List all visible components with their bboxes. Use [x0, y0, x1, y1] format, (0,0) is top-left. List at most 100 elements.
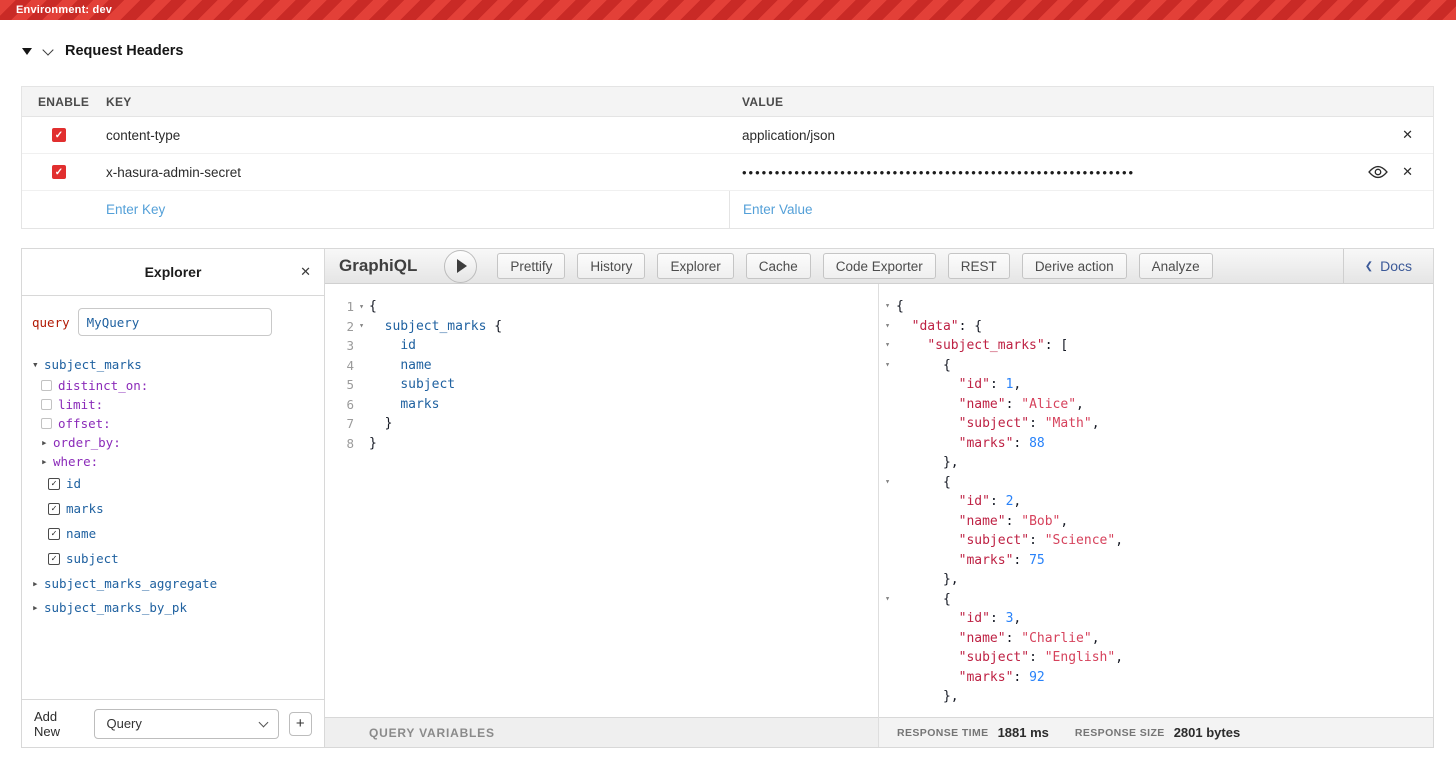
remove-header-icon[interactable]: ✕ — [1402, 127, 1413, 143]
code-token — [896, 436, 959, 451]
triangle-right-icon[interactable]: ▸ — [32, 577, 44, 590]
operation-type-select[interactable]: Query — [94, 709, 278, 739]
collapse-triangle-icon[interactable] — [22, 48, 32, 55]
fold-arrow-icon[interactable]: ▾ — [354, 321, 369, 331]
editor-gutter-row: 3 — [325, 336, 369, 356]
response-fold-gutter: ▾▾▾▾▾▾ — [879, 297, 896, 717]
close-explorer-icon[interactable]: ✕ — [300, 264, 311, 280]
checkbox-checked[interactable]: ✓ — [48, 528, 60, 540]
checkbox-checked[interactable]: ✓ — [48, 503, 60, 515]
tree-arg-where[interactable]: ▸where: — [32, 452, 324, 471]
header-row: ✓content-typeapplication/json✕ — [22, 117, 1433, 154]
editor-code[interactable]: { subject_marks { id name subject marks … — [369, 297, 878, 717]
fold-arrow-icon[interactable]: ▾ — [354, 302, 369, 312]
response-line: { — [896, 356, 1433, 376]
toolbar-button-prettify[interactable]: Prettify — [497, 253, 565, 279]
field-label: subject — [66, 551, 119, 566]
remove-header-icon[interactable]: ✕ — [1402, 164, 1413, 180]
fold-arrow-icon[interactable]: ▾ — [879, 297, 896, 317]
enable-cell: ✓ — [22, 154, 106, 190]
query-name-input[interactable] — [78, 308, 272, 336]
fold-arrow-icon — [879, 434, 896, 454]
explorer-panel: Explorer ✕ query ▾subject_marksdistinct_… — [22, 249, 325, 747]
eye-icon[interactable] — [1368, 165, 1388, 179]
tree-root-subject_marks_by_pk[interactable]: ▸subject_marks_by_pk — [32, 595, 324, 619]
toolbar-button-cache[interactable]: Cache — [746, 253, 811, 279]
add-operation-button[interactable]: + — [289, 712, 312, 736]
response-line: "name": "Bob", — [896, 512, 1433, 532]
fold-arrow-icon[interactable]: ▾ — [879, 336, 896, 356]
triangle-right-icon[interactable]: ▸ — [32, 601, 44, 614]
toolbar-button-explorer[interactable]: Explorer — [657, 253, 733, 279]
code-token: "id" — [959, 494, 990, 509]
toolbar-button-analyze[interactable]: Analyze — [1139, 253, 1213, 279]
toolbar-button-history[interactable]: History — [577, 253, 645, 279]
code-token: "subject_marks" — [927, 338, 1044, 353]
new-header-value-input[interactable]: Enter Value — [729, 191, 1433, 228]
triangle-right-icon[interactable]: ▸ — [41, 455, 53, 468]
field-label: subject_marks_aggregate — [44, 576, 217, 591]
code-token: : — [1006, 631, 1022, 646]
response-line: "id": 1, — [896, 375, 1433, 395]
toolbar-button-derive-action[interactable]: Derive action — [1022, 253, 1127, 279]
fold-arrow-icon[interactable]: ▾ — [879, 590, 896, 610]
fold-arrow-icon[interactable]: ▾ — [879, 473, 896, 493]
code-token: : — [1013, 670, 1029, 685]
checkbox-unchecked[interactable] — [41, 399, 52, 410]
code-token: "name" — [959, 631, 1006, 646]
response-line: "marks": 92 — [896, 668, 1433, 688]
response-line: }, — [896, 453, 1433, 473]
code-token — [896, 650, 959, 665]
tree-arg-distinct_on[interactable]: distinct_on: — [32, 376, 324, 395]
code-token: 92 — [1029, 670, 1045, 685]
tree-field-marks[interactable]: ✓marks — [32, 496, 324, 521]
docs-toggle-button[interactable]: ❮ Docs — [1343, 249, 1433, 283]
checkbox-unchecked[interactable] — [41, 380, 52, 391]
checkbox-checked[interactable]: ✓ — [48, 553, 60, 565]
toolbar-button-code-exporter[interactable]: Code Exporter — [823, 253, 936, 279]
checkbox-unchecked[interactable] — [41, 418, 52, 429]
tree-arg-offset[interactable]: offset: — [32, 414, 324, 433]
tree-field-subject[interactable]: ✓ subject — [32, 546, 324, 571]
query-variables-bar[interactable]: QUERY VARIABLES — [325, 717, 878, 747]
argument-label: order_by: — [53, 435, 121, 450]
code-token: "subject" — [959, 533, 1029, 548]
new-header-key-input[interactable]: Enter Key — [106, 191, 729, 228]
code-token: id — [400, 338, 416, 353]
code-token: , — [1092, 416, 1100, 431]
toolbar-button-rest[interactable]: REST — [948, 253, 1010, 279]
tree-arg-limit[interactable]: limit: — [32, 395, 324, 414]
code-token: : — [990, 494, 1006, 509]
code-token — [896, 377, 959, 392]
header-enabled-checkbox[interactable]: ✓ — [52, 128, 66, 142]
code-token — [369, 397, 400, 412]
code-token — [369, 377, 400, 392]
code-token — [369, 319, 385, 334]
tree-field-name[interactable]: ✓name — [32, 521, 324, 546]
fold-arrow-icon — [879, 414, 896, 434]
chevron-down-icon — [258, 717, 268, 727]
line-number: 7 — [346, 416, 354, 431]
execute-query-button[interactable] — [444, 250, 477, 283]
chevron-down-icon[interactable] — [42, 44, 53, 55]
code-token — [896, 670, 959, 685]
fold-arrow-icon[interactable]: ▾ — [879, 317, 896, 337]
graphiql-container: Explorer ✕ query ▾subject_marksdistinct_… — [21, 248, 1434, 748]
query-variables-title: QUERY VARIABLES — [369, 726, 495, 740]
query-editor[interactable]: 1▾2▾345678 { subject_marks { id name sub… — [325, 284, 878, 717]
request-headers-header[interactable]: Request Headers — [22, 43, 183, 59]
checkbox-checked[interactable]: ✓ — [48, 478, 60, 490]
tree-root-field[interactable]: ▾subject_marks — [32, 352, 324, 376]
request-headers-title: Request Headers — [65, 43, 183, 59]
code-token: } — [369, 436, 377, 451]
triangle-right-icon[interactable]: ▸ — [41, 436, 53, 449]
fold-arrow-icon — [879, 551, 896, 571]
query-keyword: query — [32, 315, 70, 330]
response-size-value: 2801 bytes — [1174, 725, 1241, 740]
tree-arg-order_by[interactable]: ▸order_by: — [32, 433, 324, 452]
tree-field-id[interactable]: ✓id — [32, 471, 324, 496]
header-enabled-checkbox[interactable]: ✓ — [52, 165, 66, 179]
fold-arrow-icon[interactable]: ▾ — [879, 356, 896, 376]
tree-root-subject_marks_aggregate[interactable]: ▸subject_marks_aggregate — [32, 571, 324, 595]
response-line: { — [896, 590, 1433, 610]
